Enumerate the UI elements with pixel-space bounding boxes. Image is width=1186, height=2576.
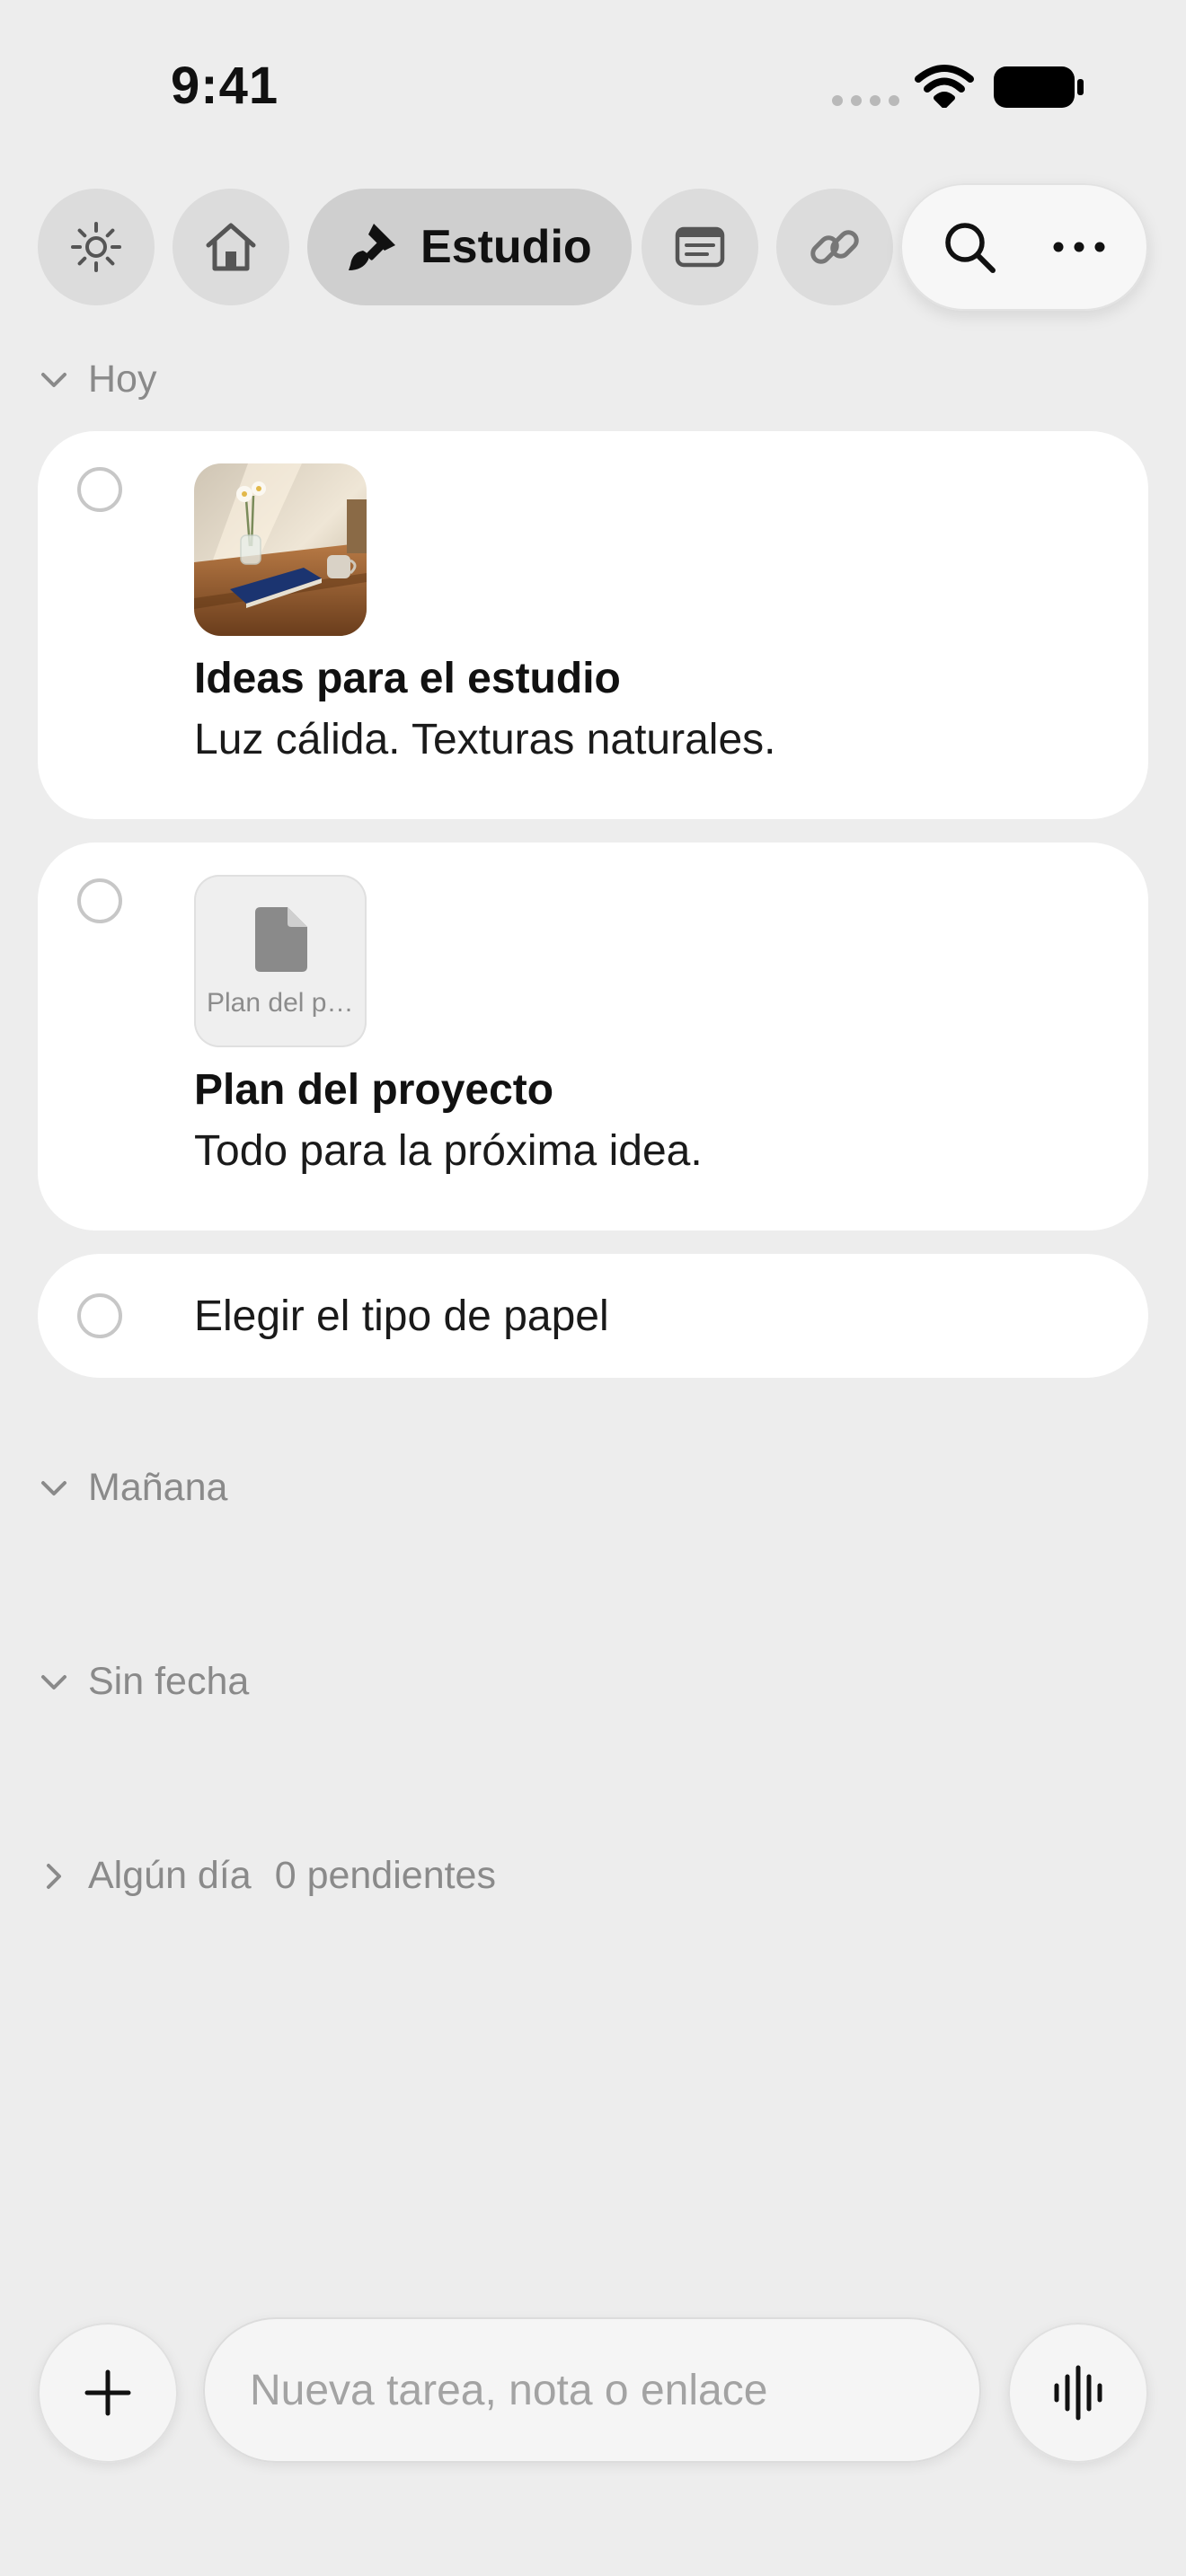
sun-icon [71, 222, 121, 272]
search-icon [945, 223, 996, 273]
tab-links[interactable] [776, 189, 893, 305]
tab-notes[interactable] [642, 189, 758, 305]
task-title: Ideas para el estudio [194, 655, 621, 702]
section-no-date-header[interactable]: Sin fecha [40, 1660, 249, 1704]
composer-input[interactable] [248, 2364, 981, 2416]
section-someday-title: Algún día [88, 1854, 252, 1897]
task-subtitle: Todo para la próxima idea. [194, 1127, 703, 1175]
tab-today[interactable] [38, 189, 155, 305]
task-checkbox[interactable] [77, 878, 122, 923]
section-no-date-title: Sin fecha [88, 1660, 250, 1703]
chevron-down-icon [40, 366, 68, 394]
section-someday-header[interactable]: Algún día 0 pendientes [40, 1854, 496, 1898]
task-subtitle: Luz cálida. Texturas naturales. [194, 716, 776, 763]
more-button[interactable] [1030, 198, 1128, 296]
link-icon [810, 230, 859, 264]
task-checkbox[interactable] [77, 1293, 122, 1338]
task-card[interactable]: Plan del proyecto Plan del proyecto Todo… [38, 842, 1148, 1231]
plus-icon [84, 2369, 131, 2416]
battery-icon [994, 66, 1084, 108]
task-card[interactable]: Elegir el tipo de papel [38, 1254, 1148, 1378]
tab-estudio[interactable]: Estudio [307, 189, 632, 305]
top-actions [900, 183, 1148, 311]
tab-home[interactable] [173, 189, 289, 305]
chevron-down-icon [40, 1474, 68, 1503]
voice-button[interactable] [1008, 2323, 1148, 2463]
section-someday-count: 0 pendientes [274, 1854, 496, 1897]
waveform-icon [1054, 2365, 1102, 2421]
task-photo-thumbnail[interactable] [194, 463, 367, 636]
cellular-signal-icon [832, 95, 899, 106]
section-tomorrow-header[interactable]: Mañana [40, 1466, 227, 1510]
status-time: 9:41 [171, 57, 279, 115]
chevron-down-icon [40, 1668, 68, 1697]
task-card[interactable]: Ideas para el estudio Luz cálida. Textur… [38, 431, 1148, 819]
note-icon [675, 226, 725, 268]
task-file-attachment[interactable]: Plan del proyecto [194, 875, 367, 1047]
search-button[interactable] [920, 198, 1019, 296]
section-today-header[interactable]: Hoy [40, 357, 156, 401]
task-title: Plan del proyecto [194, 1066, 554, 1114]
attachment-filename: Plan del proyecto [207, 988, 367, 1018]
tab-estudio-label: Estudio [420, 221, 592, 273]
wifi-icon [915, 65, 974, 108]
composer-field[interactable] [203, 2317, 981, 2463]
section-tomorrow-title: Mañana [88, 1466, 228, 1509]
task-title: Elegir el tipo de papel [194, 1292, 609, 1340]
task-checkbox[interactable] [77, 467, 122, 512]
add-button[interactable] [38, 2323, 178, 2463]
ellipsis-icon [1053, 242, 1105, 252]
chevron-right-icon [40, 1862, 68, 1891]
house-icon [206, 223, 256, 271]
document-icon [255, 907, 307, 972]
section-today-title: Hoy [88, 357, 157, 401]
paintbrush-icon [349, 224, 395, 270]
